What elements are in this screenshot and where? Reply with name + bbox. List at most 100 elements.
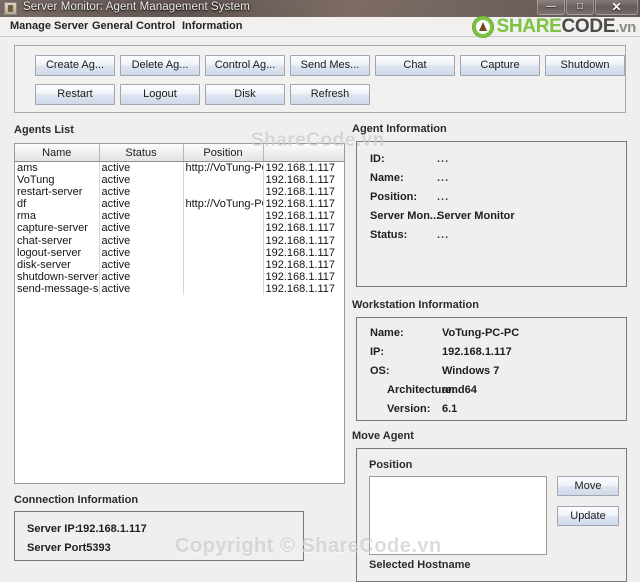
cell-status: active [99, 234, 184, 247]
agent-id-label: ID: [370, 153, 385, 165]
cell-status: active [99, 246, 184, 259]
cell-name: chat-server [15, 234, 100, 247]
table-header-row: Name Status Position [15, 144, 344, 162]
column-header-name[interactable]: Name [15, 144, 100, 162]
agent-position-value: ... [437, 191, 450, 203]
workstation-version-value: 6.1 [442, 403, 458, 415]
minimize-icon: — [546, 1, 556, 12]
cell-name: disk-server [15, 258, 100, 271]
capture-button[interactable]: Capture [460, 55, 540, 76]
table-row[interactable]: capture-server active 192.168.1.117 [15, 222, 344, 235]
column-header-ip[interactable] [263, 144, 344, 162]
cell-name: ams [15, 161, 100, 175]
control-agent-button[interactable]: Control Ag... [205, 55, 285, 76]
cell-status: active [99, 210, 184, 223]
cell-status: active [99, 161, 184, 175]
move-button[interactable]: Move [557, 476, 619, 496]
server-ip-value: 192.168.1.117 [77, 523, 147, 535]
cell-name: shutdown-server [15, 270, 100, 283]
cell-ip: 192.168.1.117 [265, 186, 336, 199]
table-row[interactable]: VoTung active 192.168.1.117 [15, 174, 344, 187]
cell-status: active [99, 222, 184, 235]
maximize-button[interactable]: □ [566, 0, 594, 15]
minimize-button[interactable]: — [537, 0, 565, 15]
app-icon [4, 2, 17, 15]
close-button[interactable]: ✕ [595, 0, 638, 15]
cell-position [183, 246, 264, 259]
connection-information-panel: Server IP: 192.168.1.117 Server Port5393 [14, 511, 304, 561]
cell-name: rma [15, 210, 100, 223]
cell-ip: 192.168.1.117 [265, 258, 336, 271]
shutdown-button[interactable]: Shutdown [545, 55, 625, 76]
table-row[interactable]: send-message-s... active 192.168.1.117 [15, 282, 344, 296]
workstation-os-label: OS: [370, 365, 390, 377]
position-input[interactable] [369, 476, 547, 555]
restart-button[interactable]: Restart [35, 84, 115, 105]
server-ip-label: Server IP: [27, 523, 79, 535]
table-row[interactable]: chat-server active 192.168.1.117 [15, 234, 344, 247]
menu-item-information[interactable]: Information [180, 20, 245, 32]
cell-status: active [99, 270, 184, 283]
cell-name: capture-server [15, 222, 100, 235]
cell-ip: 192.168.1.117 [265, 198, 336, 211]
logo-wordmark: SHARECODE.vn [497, 17, 637, 36]
menu-item-general-control[interactable]: General Control [90, 20, 177, 32]
agent-servermon-label: Server Mon... [370, 210, 440, 222]
connection-information-title: Connection Information [14, 494, 139, 506]
cell-position [183, 174, 264, 187]
column-header-status[interactable]: Status [99, 144, 184, 162]
cell-name: VoTung [15, 174, 100, 187]
create-agent-button[interactable]: Create Ag... [35, 55, 115, 76]
disk-button[interactable]: Disk [205, 84, 285, 105]
workstation-version-label: Version: [387, 403, 431, 415]
cell-position [183, 258, 264, 271]
cell-ip: 192.168.1.117 [265, 222, 336, 235]
workstation-ip-value: 192.168.1.117 [442, 346, 512, 358]
move-agent-panel: Position Move Update Selected Hostname [356, 448, 627, 582]
logout-button[interactable]: Logout [120, 84, 200, 105]
selected-hostname-label: Selected Hostname [369, 559, 471, 571]
agent-information-panel: ID: ... Name: ... Position: ... Server M… [356, 141, 627, 287]
table-row[interactable]: shutdown-server active 192.168.1.117 [15, 270, 344, 283]
refresh-button[interactable]: Refresh [290, 84, 370, 105]
recycle-icon [471, 15, 494, 38]
send-message-button[interactable]: Send Mes... [290, 55, 370, 76]
cell-name: restart-server [15, 186, 100, 199]
cell-name: df [15, 198, 100, 211]
agent-information-title: Agent Information [352, 123, 447, 135]
table-row[interactable]: amsactivehttp://VoTung-PC-...192.168.1.1… [15, 161, 344, 175]
application-window: Server Monitor: Agent Management System … [0, 0, 640, 582]
workstation-name-label: Name: [370, 327, 404, 339]
cell-status: active [99, 282, 184, 296]
close-icon: ✕ [611, 0, 622, 14]
cell-name: logout-server [15, 246, 100, 259]
workstation-os-value: Windows 7 [442, 365, 500, 377]
agents-list-scrollpane[interactable]: Name Status Position ams active http://VoT… [14, 143, 345, 484]
server-port-line: Server Port5393 [27, 542, 111, 554]
logo-vn-text: .vn [615, 19, 636, 36]
cell-name: send-message-s... [15, 282, 100, 296]
table-row[interactable]: restart-server active 192.168.1.117 [15, 186, 344, 199]
cell-position: http://VoTung-PC-... [183, 161, 264, 175]
delete-agent-button[interactable]: Delete Ag... [120, 55, 200, 76]
column-header-position[interactable]: Position [183, 144, 264, 162]
table-row[interactable]: logout-server active 192.168.1.117 [15, 246, 344, 259]
cell-ip: 192.168.1.117 [265, 162, 336, 174]
cell-position [183, 210, 264, 223]
cell-position [183, 186, 264, 199]
agent-position-label: Position: [370, 191, 418, 203]
sharecode-logo: SHARECODE.vn [471, 14, 637, 39]
chat-button[interactable]: Chat [375, 55, 455, 76]
maximize-icon: □ [576, 1, 584, 12]
workstation-information-title: Workstation Information [352, 299, 479, 311]
table-row[interactable]: disk-server active 192.168.1.117 [15, 258, 344, 271]
update-button[interactable]: Update [557, 506, 619, 526]
table-row[interactable]: rma active 192.168.1.117 [15, 210, 344, 223]
cell-status: active [99, 186, 184, 199]
menu-item-manage-server[interactable]: Manage Server [8, 20, 90, 32]
action-toolbar: Create Ag... Delete Ag... Control Ag... … [14, 45, 626, 113]
table-row[interactable]: dfactivehttp://VoTung-PC-...192.168.1.11… [15, 198, 344, 211]
cell-ip: 192.168.1.117 [265, 234, 336, 247]
agent-servermon-value: Server Monitor [437, 210, 515, 222]
cell-ip: 192.168.1.117 [265, 270, 336, 283]
